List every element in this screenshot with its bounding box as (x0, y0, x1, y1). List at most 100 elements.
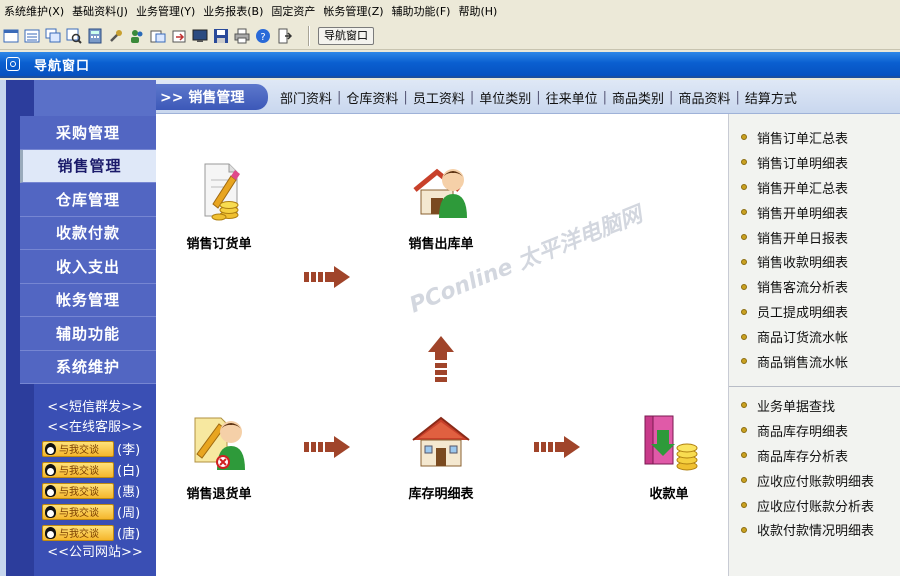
bullet-icon (741, 134, 747, 141)
qq-contact-name: (李) (117, 443, 141, 458)
exit-icon[interactable] (275, 27, 293, 45)
report-link[interactable]: 商品销售流水帐 (729, 349, 900, 374)
report-link[interactable]: 商品库存分析表 (729, 443, 900, 468)
menu-help[interactable]: 帮助(H) (456, 3, 503, 19)
penguin-icon (45, 463, 56, 476)
print-icon[interactable] (233, 27, 251, 45)
tab-employees[interactable]: 员工资料 (411, 88, 467, 107)
export-icon[interactable] (170, 27, 188, 45)
report-link[interactable]: 销售客流分析表 (729, 274, 900, 299)
help-icon[interactable]: ? (254, 27, 272, 45)
sidebar-item-sales[interactable]: 销售管理 (20, 149, 156, 183)
sidebar-item-system[interactable]: 系统维护 (20, 350, 156, 384)
qq-contact[interactable]: 与我交谈 (唐) (34, 522, 156, 543)
report-link[interactable]: 销售开单明细表 (729, 200, 900, 225)
qq-chat-button[interactable]: 与我交谈 (42, 524, 114, 541)
sidebar-item-accounts[interactable]: 帐务管理 (20, 283, 156, 317)
qq-chat-button[interactable]: 与我交谈 (42, 503, 114, 520)
report-link[interactable]: 员工提成明细表 (729, 299, 900, 324)
report-link[interactable]: 商品库存明细表 (729, 418, 900, 443)
document-person-icon (194, 417, 245, 470)
flow-label: 销售退货单 (186, 487, 252, 502)
report-link[interactable]: 应收应付账款明细表 (729, 468, 900, 493)
report-link[interactable]: 商品订货流水帐 (729, 324, 900, 349)
qq-contact-name: (白) (117, 464, 141, 479)
tools-icon[interactable] (107, 27, 125, 45)
qq-contact[interactable]: 与我交谈 (白) (34, 459, 156, 480)
bullet-icon (741, 184, 747, 191)
qq-contact[interactable]: 与我交谈 (周) (34, 501, 156, 522)
qq-chat-button[interactable]: 与我交谈 (42, 461, 114, 478)
menu-business[interactable]: 业务管理(Y) (134, 3, 201, 19)
menu-aux[interactable]: 辅助功能(F) (390, 3, 457, 19)
sidebar: 采购管理 销售管理 仓库管理 收款付款 收入支出 帐务管理 辅助功能 系统维护 … (6, 80, 156, 576)
flow-sales-order[interactable]: 销售订货单 (164, 160, 274, 252)
report-link[interactable]: 销售开单日报表 (729, 225, 900, 250)
company-website-link[interactable]: <<公司网站>> (34, 543, 156, 563)
flow-receipt[interactable]: 收款单 (614, 410, 724, 502)
penguin-icon (45, 505, 56, 518)
window-title: 导航窗口 (34, 58, 91, 74)
report-link[interactable]: 销售收款明细表 (729, 249, 900, 274)
search-icon[interactable] (65, 27, 83, 45)
qq-contact-name: (周) (117, 506, 141, 521)
flow-sales-outbound[interactable]: 销售出库单 (386, 160, 496, 252)
bullet-icon (741, 209, 747, 216)
report-link[interactable]: 应收应付账款分析表 (729, 493, 900, 518)
bullet-icon (741, 502, 747, 508)
menu-system[interactable]: 系统维护(X) (2, 3, 70, 19)
tab-unit-categories[interactable]: 单位类别 (477, 88, 533, 107)
bullet-icon (741, 358, 747, 365)
flow-inventory-detail[interactable]: 库存明细表 (386, 410, 496, 502)
online-service-link[interactable]: <<在线客服>> (34, 418, 156, 438)
menu-basic-data[interactable]: 基础资料(J) (70, 3, 134, 19)
bullet-icon (741, 283, 747, 290)
menu-reports[interactable]: 业务报表(B) (201, 3, 269, 19)
save-icon[interactable] (212, 27, 230, 45)
report-link[interactable]: 销售订单明细表 (729, 150, 900, 175)
toolbar: ? 导航窗口 (0, 22, 900, 50)
tab-products[interactable]: 商品资料 (676, 88, 732, 107)
menu-accounts[interactable]: 帐务管理(Z) (321, 3, 389, 19)
list-icon[interactable] (23, 27, 41, 45)
menu-fixed-assets[interactable]: 固定资产 (269, 3, 321, 19)
window-icon[interactable] (2, 27, 20, 45)
toolbar-separator (308, 25, 310, 46)
tab-partners[interactable]: 往来单位 (544, 88, 600, 107)
tab-departments[interactable]: 部门资料 (278, 88, 334, 107)
house-person-icon (413, 168, 467, 218)
qq-contact[interactable]: 与我交谈 (李) (34, 438, 156, 459)
sidebar-item-warehouse[interactable]: 仓库管理 (20, 183, 156, 217)
monitor-icon[interactable] (191, 27, 209, 45)
tab-settlement[interactable]: 结算方式 (743, 88, 799, 107)
cascade-icon[interactable] (44, 27, 62, 45)
sales-reports-list: 销售订单汇总表 销售订单明细表 销售开单汇总表 销售开单明细表 销售开单日报表 … (729, 125, 900, 374)
flow-label: 收款单 (649, 487, 689, 502)
tab-warehouses[interactable]: 仓库资料 (344, 88, 400, 107)
report-link[interactable]: 销售开单汇总表 (729, 175, 900, 200)
sidebar-item-payments[interactable]: 收款付款 (20, 216, 156, 250)
users-icon[interactable] (128, 27, 146, 45)
bullet-icon (741, 333, 747, 340)
sidebar-item-income-expense[interactable]: 收入支出 (20, 250, 156, 284)
report-link[interactable]: 收款付款情况明细表 (729, 517, 900, 542)
print-preview-icon[interactable] (149, 27, 167, 45)
calculator-icon[interactable] (86, 27, 104, 45)
sms-link[interactable]: <<短信群发>> (34, 398, 156, 418)
qq-chat-button[interactable]: 与我交谈 (42, 482, 114, 499)
qq-contact[interactable]: 与我交谈 (惠) (34, 480, 156, 501)
bullet-icon (741, 427, 747, 434)
report-link[interactable]: 业务单据查找 (729, 393, 900, 418)
sidebar-item-purchase[interactable]: 采购管理 (20, 116, 156, 150)
tab-separator: | (469, 89, 475, 105)
penguin-icon (45, 484, 56, 497)
nav-window-button[interactable]: 导航窗口 (318, 26, 374, 45)
sidebar-item-aux[interactable]: 辅助功能 (20, 317, 156, 351)
qq-chat-button[interactable]: 与我交谈 (42, 440, 114, 457)
flow-sales-return[interactable]: 销售退货单 (164, 410, 274, 502)
inventory-reports-list: 业务单据查找 商品库存明细表 商品库存分析表 应收应付账款明细表 应收应付账款分… (729, 393, 900, 542)
report-panel: 销售订单汇总表 销售订单明细表 销售开单汇总表 销售开单明细表 销售开单日报表 … (728, 114, 900, 576)
tab-product-categories[interactable]: 商品类别 (610, 88, 666, 107)
penguin-icon (45, 526, 56, 539)
report-link[interactable]: 销售订单汇总表 (729, 125, 900, 150)
